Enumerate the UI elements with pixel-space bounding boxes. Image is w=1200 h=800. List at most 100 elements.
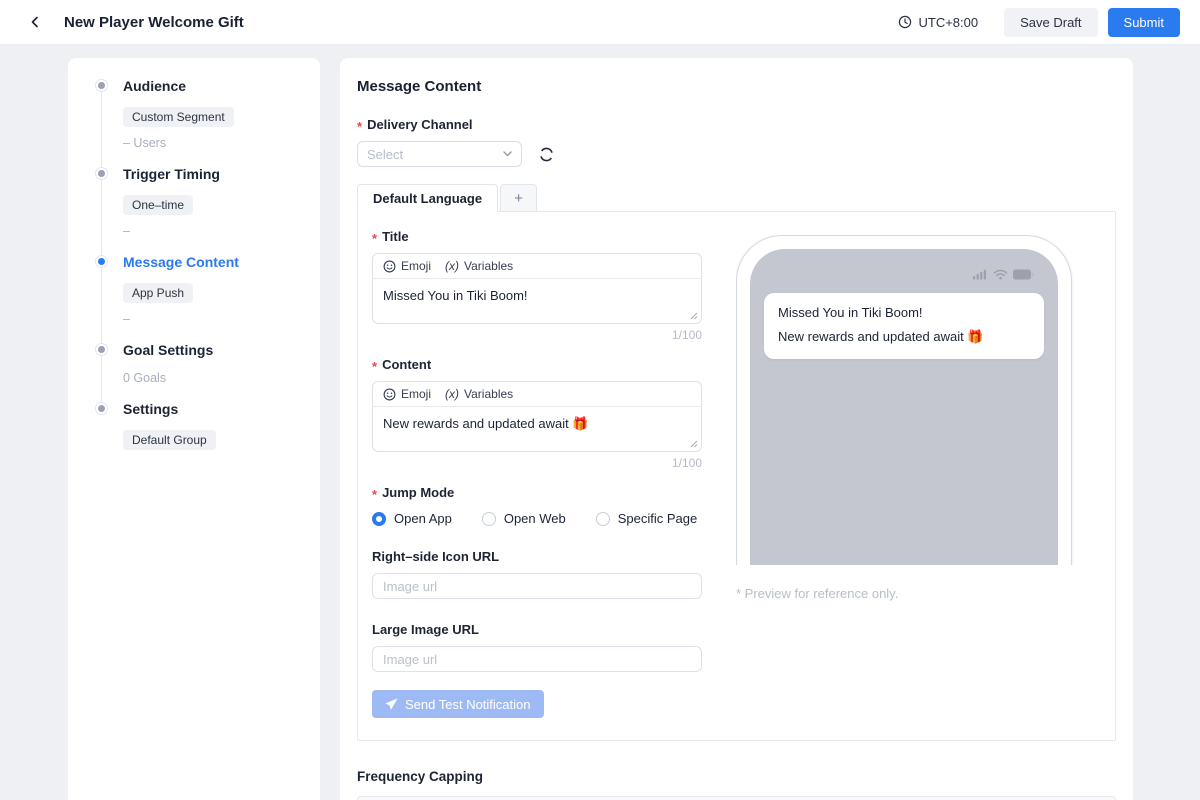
back-button[interactable]	[24, 11, 46, 33]
radio-label: Specific Page	[618, 511, 698, 526]
content-value: New rewards and updated await 🎁	[383, 416, 589, 431]
notification-body: New rewards and updated await 🎁	[778, 329, 1030, 345]
variables-button-label: Variables	[464, 387, 513, 401]
refresh-channels-button[interactable]	[537, 145, 555, 163]
content-field-label: * Content	[372, 357, 702, 372]
step-trigger-timing: Trigger Timing One–time –	[68, 164, 304, 240]
emoji-button[interactable]: Emoji	[383, 259, 431, 273]
step-dot	[95, 167, 108, 180]
radio-icon	[596, 512, 610, 526]
step-dot	[95, 79, 108, 92]
language-tabs: Default Language +	[357, 184, 1116, 211]
radio-selected-icon	[372, 512, 386, 526]
title-textarea[interactable]: Missed You in Tiki Boom!	[373, 279, 701, 323]
step-summary: – Users	[123, 136, 304, 152]
large-image-url-input[interactable]	[372, 646, 702, 672]
emoji-icon	[383, 388, 396, 401]
tab-default-language[interactable]: Default Language	[357, 184, 498, 212]
variables-icon: (x)	[445, 259, 459, 273]
step-label: Audience	[123, 78, 186, 94]
variables-button-label: Variables	[464, 259, 513, 273]
field-label-text: Title	[382, 229, 409, 244]
refresh-icon	[539, 147, 554, 162]
content-editor: Emoji (x) Variables New rewards and upda…	[372, 381, 702, 452]
step-label: Message Content	[123, 254, 239, 270]
paper-plane-icon	[385, 698, 398, 711]
timezone-indicator: UTC+8:00	[898, 15, 978, 30]
frequency-capping-card: Users can receive up to 5 notifications …	[357, 796, 1116, 800]
send-test-notification-button[interactable]: Send Test Notification	[372, 690, 544, 718]
step-tag: Custom Segment	[123, 107, 234, 127]
title-value: Missed You in Tiki Boom!	[383, 288, 528, 303]
icon-url-label: Right–side Icon URL	[372, 549, 702, 564]
step-tag: Default Group	[123, 430, 216, 450]
step-message-content-header[interactable]: Message Content	[123, 252, 304, 272]
clock-icon	[898, 15, 912, 29]
select-placeholder: Select	[367, 147, 503, 162]
field-label-text: Jump Mode	[382, 485, 454, 500]
step-summary: 0 Goals	[123, 371, 304, 387]
radio-icon	[482, 512, 496, 526]
delivery-channel-select[interactable]: Select	[357, 141, 522, 167]
step-dot-active	[95, 255, 108, 268]
content-editor-toolbar: Emoji (x) Variables	[373, 382, 701, 407]
required-marker: *	[357, 119, 362, 134]
preview-disclaimer: * Preview for reference only.	[736, 586, 1076, 601]
wifi-icon	[993, 269, 1008, 280]
content-textarea[interactable]: New rewards and updated await 🎁	[373, 407, 701, 451]
notification-preview-card: Missed You in Tiki Boom! New rewards and…	[764, 293, 1044, 359]
step-tag: App Push	[123, 283, 193, 303]
radio-open-web[interactable]: Open Web	[482, 511, 566, 526]
radio-open-app[interactable]: Open App	[372, 511, 452, 526]
field-label-text: Delivery Channel	[367, 117, 473, 132]
radio-specific-page[interactable]: Specific Page	[596, 511, 698, 526]
step-dot	[95, 343, 108, 356]
title-editor-toolbar: Emoji (x) Variables	[373, 254, 701, 279]
required-marker: *	[372, 487, 377, 502]
jump-mode-label: * Jump Mode	[372, 485, 702, 500]
timezone-label: UTC+8:00	[918, 15, 978, 30]
step-summary: –	[123, 312, 304, 328]
title-char-counter: 1/100	[372, 328, 702, 342]
phone-statusbar	[750, 249, 1058, 280]
content-char-counter: 1/100	[372, 456, 702, 470]
title-editor: Emoji (x) Variables Missed You in Tiki B…	[372, 253, 702, 324]
step-label: Goal Settings	[123, 342, 213, 358]
save-draft-button[interactable]: Save Draft	[1004, 8, 1097, 37]
message-content-panel: Message Content * Delivery Channel Selec…	[340, 58, 1133, 800]
add-language-tab[interactable]: +	[500, 184, 537, 212]
step-summary: –	[123, 224, 304, 240]
step-trigger-timing-header[interactable]: Trigger Timing	[123, 164, 304, 184]
step-audience-header[interactable]: Audience	[123, 76, 304, 96]
signal-icon	[973, 269, 988, 280]
step-message-content: Message Content App Push –	[68, 252, 304, 328]
submit-button[interactable]: Submit	[1108, 8, 1180, 37]
phone-screen: Missed You in Tiki Boom! New rewards and…	[750, 249, 1058, 565]
battery-icon	[1013, 269, 1034, 280]
emoji-icon	[383, 260, 396, 273]
radio-label: Open App	[394, 511, 452, 526]
step-goal-settings-header[interactable]: Goal Settings	[123, 340, 304, 360]
variables-button[interactable]: (x) Variables	[445, 259, 513, 273]
step-audience: Audience Custom Segment – Users	[68, 76, 304, 152]
top-bar: New Player Welcome Gift UTC+8:00 Save Dr…	[0, 0, 1200, 45]
page: New Player Welcome Gift UTC+8:00 Save Dr…	[0, 0, 1200, 800]
emoji-button[interactable]: Emoji	[383, 387, 431, 401]
variables-button[interactable]: (x) Variables	[445, 387, 513, 401]
step-settings-header[interactable]: Settings	[123, 399, 304, 419]
campaign-stepper-sidebar: Audience Custom Segment – Users Trigger …	[68, 58, 320, 800]
field-label-text: Content	[382, 357, 431, 372]
jump-mode-radio-group: Open App Open Web Specific Page	[372, 511, 702, 526]
icon-url-input[interactable]	[372, 573, 702, 599]
notification-title: Missed You in Tiki Boom!	[778, 305, 1030, 320]
large-image-url-label: Large Image URL	[372, 622, 702, 637]
delivery-channel-label: * Delivery Channel	[357, 117, 1116, 132]
resize-handle[interactable]	[690, 440, 698, 448]
required-marker: *	[372, 231, 377, 246]
push-preview: Missed You in Tiki Boom! New rewards and…	[736, 229, 1076, 718]
resize-handle[interactable]	[690, 312, 698, 320]
chevron-down-icon	[503, 151, 512, 157]
step-tag: One–time	[123, 195, 193, 215]
required-marker: *	[372, 359, 377, 374]
step-settings: Settings Default Group	[68, 399, 304, 450]
